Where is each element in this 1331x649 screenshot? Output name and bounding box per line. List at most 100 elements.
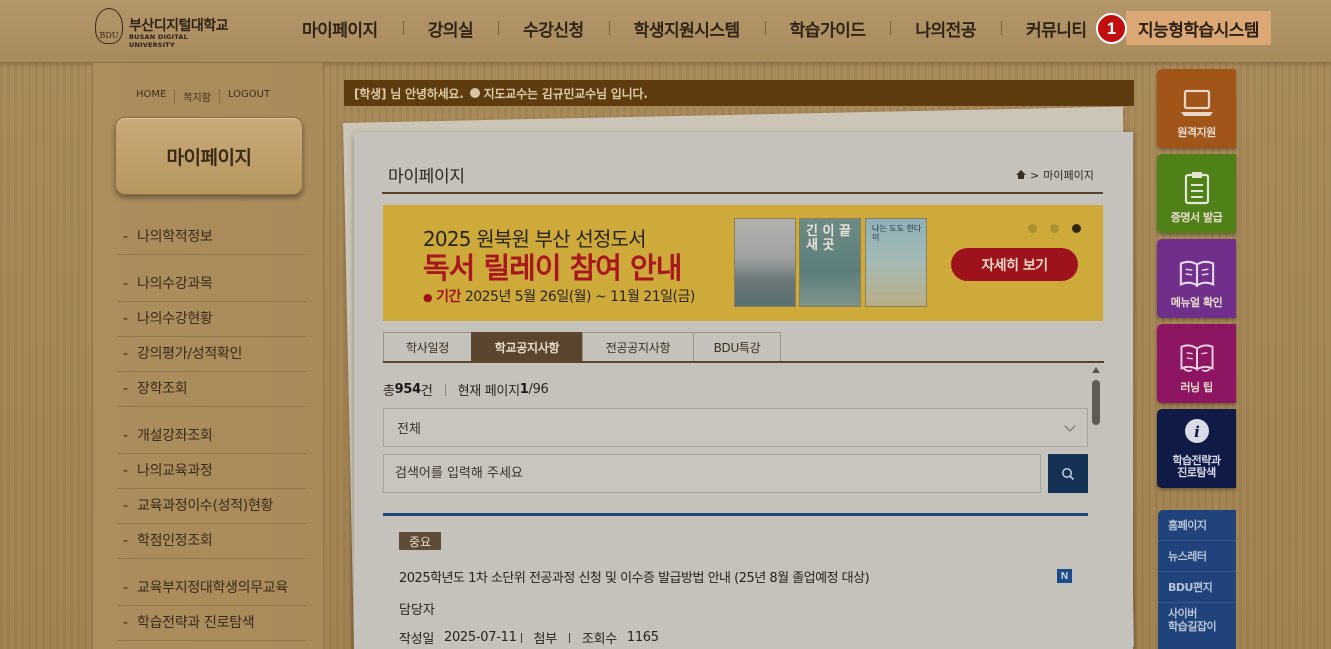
quick-remote-support[interactable]: 원격지원 <box>1157 69 1236 148</box>
logo[interactable]: BDU 부산디지털대학교 BUSAN DIGITAL UNIVERSITY <box>95 8 235 49</box>
menu-student-support[interactable]: 학생지원시스템 <box>608 16 765 41</box>
period-label: 기간 <box>436 289 461 305</box>
top-navigation: BDU 부산디지털대학교 BUSAN DIGITAL UNIVERSITY 마이… <box>0 0 1331 63</box>
utility-links: HOME 쪽지함 LOGOUT <box>136 89 278 104</box>
date-value: 2025-07-11 <box>443 630 517 645</box>
banner-period: ● 기간 2025년 5월 26일(월) ~ 11월 21일(금) <box>423 286 695 306</box>
logo-subtitle: BUSAN DIGITAL UNIVERSITY <box>129 33 188 49</box>
quick-links: 홈페이지 뉴스레터 BDU편지 사이버 학습길잡이 <box>1158 510 1236 649</box>
carousel-dot-active[interactable] <box>1072 224 1081 233</box>
link-cyber-guide[interactable]: 사이버 학습길잡이 <box>1158 603 1236 633</box>
menu-my-major[interactable]: 나의전공 <box>890 16 1001 41</box>
breadcrumb: > 마이페이지 <box>1016 167 1094 183</box>
sidebar-item-mandatory-education[interactable]: 교육부지정대학생의무교육 <box>117 571 306 606</box>
page-title: 마이페이지 <box>388 167 465 187</box>
sidebar-item-credit-recognition[interactable]: 학점인정조회 <box>117 524 306 559</box>
quick-learning-strategy-label-line1: 학습전략과 <box>1172 453 1221 467</box>
menu-community[interactable]: 커뮤니티 <box>1000 16 1112 41</box>
period-value: 2025년 5월 26일(월) ~ 11월 21일(금) <box>464 289 695 305</box>
total-suffix: 건 <box>420 384 433 399</box>
svg-text:i: i <box>1194 423 1200 441</box>
link-cyber-guide-line2: 학습길잡이 <box>1168 619 1217 633</box>
sidebar-item-scholarship[interactable]: 장학조회 <box>117 372 306 407</box>
title-divider <box>382 192 1103 194</box>
book-cover-3: 나는 도도 한다이 <box>865 218 927 307</box>
menu-learning-guide[interactable]: 학습가이드 <box>764 16 891 41</box>
home-icon[interactable] <box>1016 170 1026 180</box>
bullet-icon: ● <box>423 291 433 304</box>
quick-certificate[interactable]: 증명서 발급 <box>1157 154 1236 233</box>
page-prefix: 현재 페이지 <box>457 384 520 399</box>
link-homepage[interactable]: 홈페이지 <box>1158 510 1236 541</box>
carousel-dot[interactable] <box>1028 224 1037 233</box>
document-icon <box>1178 170 1216 206</box>
link-bdu-letter[interactable]: BDU편지 <box>1158 572 1236 603</box>
notice-author: 담당자 <box>399 603 435 618</box>
logo-name: 부산디지털대학교 <box>129 18 229 34</box>
sidebar-item-curriculum[interactable]: 나의교육과정 <box>117 454 306 489</box>
advisor-text: 지도교수는 김규민교수님 입니다. <box>483 86 648 101</box>
listing-summary: 총 954 건 현재 페이지 1/96 <box>383 380 549 399</box>
summary-separator <box>444 383 446 396</box>
info-icon: i <box>1178 413 1216 449</box>
meta-separator <box>520 632 522 643</box>
sidebar-item-academic-info[interactable]: 나의학적정보 <box>117 220 306 255</box>
link-newsletter[interactable]: 뉴스레터 <box>1158 541 1236 572</box>
quick-learning-tip[interactable]: 러닝 팁 <box>1157 324 1236 403</box>
annotation-badge: 1 <box>1096 13 1127 44</box>
sidebar-item-my-courses[interactable]: 나의수강과목 <box>117 267 306 302</box>
scroll-up-arrow-icon[interactable] <box>1092 367 1100 373</box>
menu-registration[interactable]: 수강신청 <box>498 16 609 41</box>
notice-title[interactable]: 2025학년도 1차 소단위 전공과정 신청 및 이수증 발급방법 안내 (25… <box>399 567 870 586</box>
attach-label: 첨부 <box>533 632 558 647</box>
banner-title: 독서 릴레이 참여 안내 <box>423 251 682 285</box>
reading-book-icon <box>1178 340 1216 376</box>
tab-bdu-lecture[interactable]: BDU특강 <box>693 332 781 362</box>
page-current: 1 <box>519 382 529 397</box>
date-label: 작성일 <box>399 632 434 647</box>
book-cover-2-title: 긴 이 끝 새 곳 <box>806 224 851 254</box>
tabs-divider <box>383 361 1104 363</box>
left-sidebar: HOME 쪽지함 LOGOUT 마이페이지 나의학적정보 나의수강과목 나의수강… <box>92 63 324 649</box>
carousel-dots <box>1028 224 1081 233</box>
quick-learning-strategy-label: 학습전략과 진로탐색 <box>1172 453 1221 480</box>
sidebar-item-learning-strategy[interactable]: 학습전략과 진로탐색 <box>117 606 306 641</box>
search-button[interactable] <box>1048 454 1088 493</box>
book-icon <box>1178 255 1216 291</box>
new-badge: N <box>1057 569 1072 583</box>
views-value: 1165 <box>626 630 659 645</box>
tab-school-notices[interactable]: 학교공지사항 <box>471 332 583 362</box>
carousel-dot[interactable] <box>1050 224 1059 233</box>
tab-academic-calendar[interactable]: 학사일정 <box>383 332 472 362</box>
bullet-icon <box>469 88 480 98</box>
total-count: 954 <box>394 382 422 397</box>
menu-mypage[interactable]: 마이페이지 <box>277 16 403 41</box>
logout-link[interactable]: LOGOUT <box>218 89 278 104</box>
promo-banner[interactable]: 2025 원북원 부산 선정도서 독서 릴레이 참여 안내 ● 기간 2025년 … <box>383 205 1103 321</box>
sidebar-item-curriculum-completion[interactable]: 교육과정이수(성적)현황 <box>117 489 306 524</box>
sidebar-item-course-status[interactable]: 나의수강현황 <box>117 302 306 337</box>
quick-learning-tip-label: 러닝 팁 <box>1180 381 1213 395</box>
banner-detail-button[interactable]: 자세히 보기 <box>951 248 1078 281</box>
total-prefix: 총 <box>383 384 395 399</box>
search-input[interactable] <box>383 454 1041 493</box>
main-menu: 마이페이지 강의실 수강신청 학생지원시스템 학습가이드 나의전공 커뮤니티 <box>277 0 1112 56</box>
chevron-down-icon <box>1064 420 1076 432</box>
book-cover-1 <box>734 218 796 307</box>
menu-intelligent-learning[interactable]: 지능형학습시스템 <box>1126 11 1271 45</box>
sidebar-item-open-courses[interactable]: 개설강좌조회 <box>117 419 306 454</box>
book-cover-2: 긴 이 끝 새 곳 <box>799 218 861 307</box>
sidebar-item-evaluation-grades[interactable]: 강의평가/성적확인 <box>117 337 306 372</box>
views-label: 조회수 <box>581 632 617 647</box>
category-select-value: 전체 <box>397 422 421 437</box>
quick-manual[interactable]: 메뉴얼 확인 <box>1157 239 1236 318</box>
home-link[interactable]: HOME <box>136 89 174 104</box>
tab-major-notices[interactable]: 전공공지사항 <box>582 332 694 362</box>
quick-learning-strategy[interactable]: i 학습전략과 진로탐색 <box>1157 409 1236 488</box>
scrollbar-thumb[interactable] <box>1092 380 1100 425</box>
message-box-link[interactable]: 쪽지함 <box>174 89 219 104</box>
menu-classroom[interactable]: 강의실 <box>402 16 498 41</box>
quick-manual-label: 메뉴얼 확인 <box>1170 296 1223 310</box>
category-select[interactable]: 전체 <box>383 408 1088 447</box>
meta-separator <box>568 632 570 643</box>
